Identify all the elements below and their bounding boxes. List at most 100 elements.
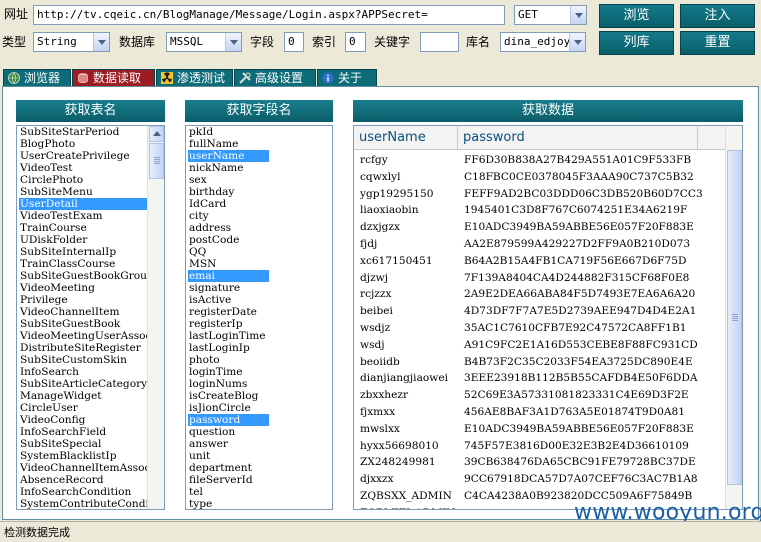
list-item[interactable]: InfoSearch (19, 366, 157, 378)
dbname-select[interactable]: dina_edjoy_ (500, 32, 586, 52)
list-item[interactable]: password (188, 414, 269, 426)
list-item[interactable]: fullName (188, 138, 269, 150)
list-item[interactable]: BlogPhoto (19, 138, 157, 150)
list-item[interactable]: birthday (188, 186, 269, 198)
list-item[interactable]: CircleUser (19, 402, 157, 414)
list-item[interactable]: VideoTestExam (19, 210, 157, 222)
list-item[interactable]: UserDetail (19, 198, 157, 210)
list-item[interactable]: registerDate (188, 306, 269, 318)
chevron-down-icon[interactable] (225, 33, 241, 51)
db-value: MSSQL (170, 35, 204, 48)
list-item[interactable]: department (188, 462, 269, 474)
tables-list[interactable]: SubSiteStarPeriod BlogPhoto UserCreatePriv… (16, 125, 165, 510)
scroll-up-icon[interactable] (149, 126, 164, 142)
list-item[interactable]: question (188, 426, 269, 438)
list-item[interactable]: nickName (188, 162, 269, 174)
reset-button[interactable]: 重置 (680, 31, 755, 55)
list-item[interactable]: type (188, 498, 269, 509)
keyword-input[interactable] (420, 32, 459, 52)
db-select[interactable]: MSSQL (166, 32, 242, 52)
list-item[interactable]: sex (188, 174, 269, 186)
list-item[interactable]: SystemBlacklistIp (19, 450, 157, 462)
tab-browser[interactable]: 浏览器 (3, 69, 71, 87)
cell-password: 3EEE23918B112B5B55CAFDB4E50F6DDA (464, 372, 698, 385)
list-item[interactable]: IdCard (188, 198, 269, 210)
grid-scrollbar[interactable] (725, 126, 742, 509)
tables-scrollbar[interactable] (147, 126, 164, 509)
list-item[interactable]: registerIp (188, 318, 269, 330)
list-item[interactable]: postCode (188, 234, 269, 246)
list-item[interactable]: ManageWidget (19, 390, 157, 402)
list-item[interactable]: fileServerId (188, 474, 269, 486)
list-item[interactable]: isJionCircle (188, 402, 269, 414)
list-item[interactable]: CirclePhoto (19, 174, 157, 186)
scroll-thumb[interactable] (149, 143, 164, 179)
list-item[interactable]: VideoChannelItem (19, 306, 157, 318)
list-item[interactable]: DistributeSiteRegister (19, 342, 157, 354)
list-item[interactable]: VideoMeeting (19, 282, 157, 294)
list-item[interactable]: isCreateBlog (188, 390, 269, 402)
tab-pentest[interactable]: 渗透测试 (156, 69, 233, 87)
method-select[interactable]: GET (514, 5, 587, 25)
list-item[interactable]: emai (188, 270, 269, 282)
list-item[interactable]: lastLoginIp (188, 342, 269, 354)
chevron-down-icon[interactable] (93, 33, 109, 51)
tab-label: 数据读取 (93, 71, 142, 85)
fields-list[interactable]: pkId fullName userName nickName sex birthday I… (185, 125, 333, 510)
list-item[interactable]: unit (188, 450, 269, 462)
list-item[interactable]: SubSiteGuestBook (19, 318, 157, 330)
scroll-thumb[interactable] (727, 150, 742, 485)
list-item[interactable]: lastLoginTime (188, 330, 269, 342)
list-item[interactable]: QQ (188, 246, 269, 258)
list-item[interactable]: SubSiteGuestBookGroup (19, 270, 157, 282)
tab-data-read[interactable]: 数据读取 (72, 69, 155, 87)
list-item[interactable]: SubSiteStarPeriod (19, 126, 157, 138)
index-input[interactable]: 0 (345, 32, 366, 52)
list-item[interactable]: city (188, 210, 269, 222)
list-item[interactable]: SubSiteSpecial (19, 438, 157, 450)
list-item[interactable]: tel (188, 486, 269, 498)
tab-advanced-settings[interactable]: 高级设置 (234, 69, 316, 87)
list-item[interactable]: loginTime (188, 366, 269, 378)
column-header-username[interactable]: userName (354, 126, 458, 149)
list-item[interactable]: SubSiteCustomSkin (19, 354, 157, 366)
chevron-down-icon[interactable] (570, 6, 586, 24)
list-item[interactable]: TrainClassCourse (19, 258, 157, 270)
list-item[interactable]: answer (188, 438, 269, 450)
list-item[interactable]: photo (188, 354, 269, 366)
list-item[interactable]: userName (188, 150, 269, 162)
chevron-down-icon[interactable] (569, 33, 585, 51)
list-item[interactable]: Privilege (19, 294, 157, 306)
list-item[interactable]: SubSiteInternalIp (19, 246, 157, 258)
column-header-password[interactable]: password (458, 126, 698, 149)
list-item[interactable]: InfoSearchField (19, 426, 157, 438)
list-item[interactable]: UDiskFolder (19, 234, 157, 246)
list-item[interactable]: MSN (188, 258, 269, 270)
list-item[interactable]: InfoSearchCondition (19, 486, 157, 498)
list-item[interactable]: VideoTest (19, 162, 157, 174)
list-item[interactable]: pkId (188, 126, 269, 138)
field-input[interactable]: 0 (284, 32, 304, 52)
list-item[interactable]: SystemContributeCondi (19, 498, 157, 509)
list-item[interactable]: VideoConfig (19, 414, 157, 426)
list-item[interactable]: address (188, 222, 269, 234)
browse-button[interactable]: 浏览 (599, 4, 674, 28)
list-item[interactable]: SubSiteArticleCategory (19, 378, 157, 390)
type-select[interactable]: String (33, 32, 110, 52)
list-item[interactable]: loginNums (188, 378, 269, 390)
data-grid[interactable]: userName password rcfgy FF6D30B838A27B429… (353, 125, 743, 510)
list-item[interactable]: TrainCourse (19, 222, 157, 234)
list-item[interactable]: SubSiteMenu (19, 186, 157, 198)
list-item[interactable]: isActive (188, 294, 269, 306)
grid-header: userName password (354, 126, 742, 150)
inject-button[interactable]: 注入 (680, 4, 755, 28)
tab-label: 浏览器 (24, 71, 61, 85)
list-item[interactable]: VideoChannelItemAssoc (19, 462, 157, 474)
list-item[interactable]: UserCreatePrivilege (19, 150, 157, 162)
tab-about[interactable]: 关于 (317, 69, 377, 87)
list-item[interactable]: VideoMeetingUserAssoc (19, 330, 157, 342)
list-db-button[interactable]: 列库 (599, 31, 674, 55)
url-input[interactable]: http://tv.cqeic.cn/BlogManage/Message/Lo… (33, 5, 505, 25)
list-item[interactable]: signature (188, 282, 269, 294)
list-item[interactable]: AbsenceRecord (19, 474, 157, 486)
